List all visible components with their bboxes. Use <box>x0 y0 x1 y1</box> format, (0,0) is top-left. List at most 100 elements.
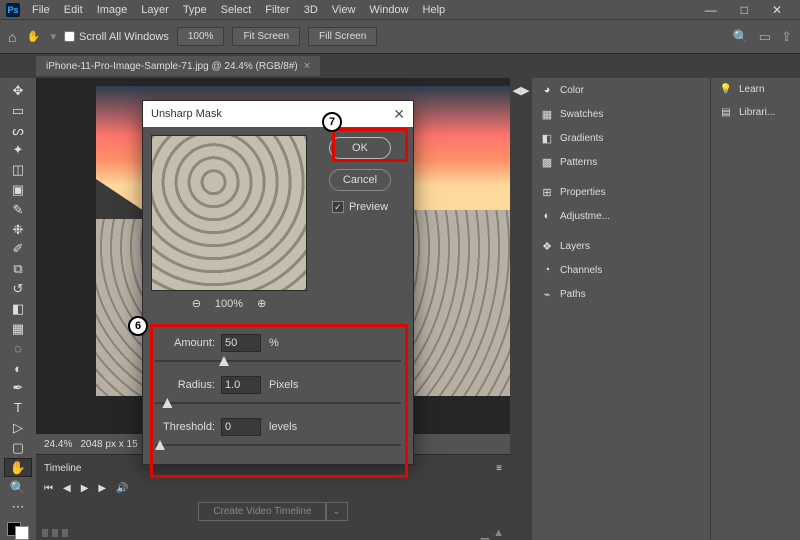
fill-screen-button[interactable]: Fill Screen <box>308 27 377 46</box>
cancel-button[interactable]: Cancel <box>329 169 391 191</box>
timeline-zoom-out-icon[interactable]: ▁ <box>481 527 489 540</box>
home-icon[interactable]: ⌂ <box>8 29 16 45</box>
panel-dock: ◀▶ <box>510 78 532 540</box>
panel-color[interactable]: ◕Color <box>532 78 710 102</box>
panel-gradients[interactable]: ◧Gradients <box>532 126 710 150</box>
workspace-icon[interactable]: ▭ <box>759 29 771 45</box>
menu-type[interactable]: Type <box>177 2 213 18</box>
menu-filter[interactable]: Filter <box>259 2 295 18</box>
blur-tool[interactable]: ◌ <box>4 340 32 358</box>
timeline-zoom-in-icon[interactable]: ▲ <box>493 527 504 539</box>
zoom-in-icon[interactable]: ⊕ <box>257 297 266 310</box>
options-bar: ⌂ ✋ ▾ Scroll All Windows 100% Fit Screen… <box>0 20 800 54</box>
create-video-timeline-button[interactable]: Create Video Timeline <box>198 502 326 521</box>
share-icon[interactable]: ⇪ <box>781 29 792 45</box>
foreground-background-colors[interactable] <box>7 522 29 540</box>
gradient-tool[interactable]: ▦ <box>4 320 32 338</box>
shape-tool[interactable]: ▢ <box>4 439 32 457</box>
right-panels: ◕Color ▦Swatches ◧Gradients ▩Patterns ⊞P… <box>532 78 710 540</box>
panel-patterns[interactable]: ▩Patterns <box>532 150 710 174</box>
next-frame-icon[interactable]: ▶ <box>98 483 106 494</box>
document-tab-strip: iPhone-11-Pro-Image-Sample-71.jpg @ 24.4… <box>0 54 800 78</box>
checkmark-icon: ✓ <box>332 201 344 213</box>
learn-icon: 💡 <box>719 84 733 95</box>
panel-menu-icon[interactable]: ≡ <box>496 463 502 474</box>
menu-image[interactable]: Image <box>91 2 134 18</box>
background-color[interactable] <box>15 526 29 540</box>
preview-zoom-level: 100% <box>215 298 243 310</box>
panel-adjustments[interactable]: ◐Adjustme... <box>532 204 710 228</box>
panel-paths[interactable]: ⌁Paths <box>532 282 710 306</box>
zoom-tool[interactable]: 🔍 <box>4 479 32 497</box>
menu-layer[interactable]: Layer <box>135 2 175 18</box>
brush-tool[interactable]: ✐ <box>4 241 32 259</box>
close-dialog-icon[interactable]: ✕ <box>393 106 405 123</box>
edit-toolbar-icon[interactable]: ⋯ <box>4 498 32 516</box>
layers-icon: ❖ <box>540 239 554 253</box>
panel-channels[interactable]: ◔Channels <box>532 258 710 282</box>
lasso-tool[interactable]: ᔕ <box>4 122 32 140</box>
panel-libraries[interactable]: ▤Librari... <box>711 101 800 124</box>
menu-help[interactable]: Help <box>417 2 452 18</box>
filter-preview-image[interactable] <box>151 135 307 291</box>
dialog-titlebar[interactable]: Unsharp Mask ✕ <box>143 101 413 127</box>
libraries-icon: ▤ <box>719 107 733 118</box>
timeline-dropdown-icon[interactable]: ⌄ <box>325 502 347 521</box>
play-icon[interactable]: ▶ <box>81 483 89 494</box>
magic-wand-tool[interactable]: ✦ <box>4 141 32 159</box>
healing-tool[interactable]: ❉ <box>4 221 32 239</box>
panel-layers[interactable]: ❖Layers <box>532 234 710 258</box>
frame-tool[interactable]: ▣ <box>4 181 32 199</box>
move-tool[interactable]: ✥ <box>4 82 32 100</box>
history-brush-tool[interactable]: ↺ <box>4 280 32 298</box>
clone-stamp-tool[interactable]: ⧉ <box>4 260 32 278</box>
pen-tool[interactable]: ✒ <box>4 379 32 397</box>
hand-tool-icon[interactable]: ✋ <box>24 28 42 46</box>
panel-learn[interactable]: 💡Learn <box>711 78 800 101</box>
window-controls: — □ ✕ <box>699 1 794 19</box>
audio-icon[interactable]: 🔊 <box>116 483 128 494</box>
gradients-icon: ◧ <box>540 131 554 145</box>
maximize-icon[interactable]: □ <box>735 1 754 19</box>
annotation-number-7: 7 <box>322 112 342 132</box>
right-column-2: 💡Learn ▤Librari... <box>710 78 800 540</box>
menu-view[interactable]: View <box>326 2 362 18</box>
app-icon: Ps <box>6 3 20 17</box>
channels-icon: ◔ <box>540 263 554 277</box>
scroll-all-windows-checkbox[interactable]: Scroll All Windows <box>64 31 169 43</box>
minimize-icon[interactable]: — <box>699 1 723 19</box>
document-tab[interactable]: iPhone-11-Pro-Image-Sample-71.jpg @ 24.4… <box>36 56 320 76</box>
menu-select[interactable]: Select <box>215 2 258 18</box>
zoom-out-icon[interactable]: ⊖ <box>192 297 201 310</box>
fit-screen-button[interactable]: Fit Screen <box>232 27 300 46</box>
close-window-icon[interactable]: ✕ <box>766 1 788 19</box>
goto-first-icon[interactable]: ⏮ <box>44 483 53 494</box>
properties-icon: ⊞ <box>540 185 554 199</box>
panel-properties[interactable]: ⊞Properties <box>532 180 710 204</box>
close-tab-icon[interactable]: × <box>304 60 310 72</box>
menu-3d[interactable]: 3D <box>298 2 324 18</box>
menu-file[interactable]: File <box>26 2 56 18</box>
menu-bar: Ps File Edit Image Layer Type Select Fil… <box>0 0 800 20</box>
crop-tool[interactable]: ◫ <box>4 161 32 179</box>
hand-tool[interactable]: ✋ <box>4 458 32 476</box>
dodge-tool[interactable]: ◐ <box>4 359 32 377</box>
color-icon: ◕ <box>540 83 554 97</box>
search-icon[interactable]: 🔍 <box>733 29 749 45</box>
marquee-tool[interactable]: ▭ <box>4 102 32 120</box>
preview-checkbox[interactable]: ✓ Preview <box>332 201 388 213</box>
eyedropper-tool[interactable]: ✎ <box>4 201 32 219</box>
type-tool[interactable]: T <box>4 399 32 417</box>
dock-toggle-icon[interactable]: ◀▶ <box>513 84 530 97</box>
zoom-percent-button[interactable]: 100% <box>177 27 225 46</box>
panel-swatches[interactable]: ▦Swatches <box>532 102 710 126</box>
annotation-box-7 <box>332 128 408 162</box>
prev-frame-icon[interactable]: ◀ <box>63 483 71 494</box>
annotation-number-6: 6 <box>128 316 148 336</box>
status-zoom[interactable]: 24.4% <box>44 439 72 450</box>
menu-window[interactable]: Window <box>363 2 414 18</box>
eraser-tool[interactable]: ◧ <box>4 300 32 318</box>
path-select-tool[interactable]: ▷ <box>4 419 32 437</box>
menu-edit[interactable]: Edit <box>58 2 89 18</box>
paths-icon: ⌁ <box>540 287 554 301</box>
